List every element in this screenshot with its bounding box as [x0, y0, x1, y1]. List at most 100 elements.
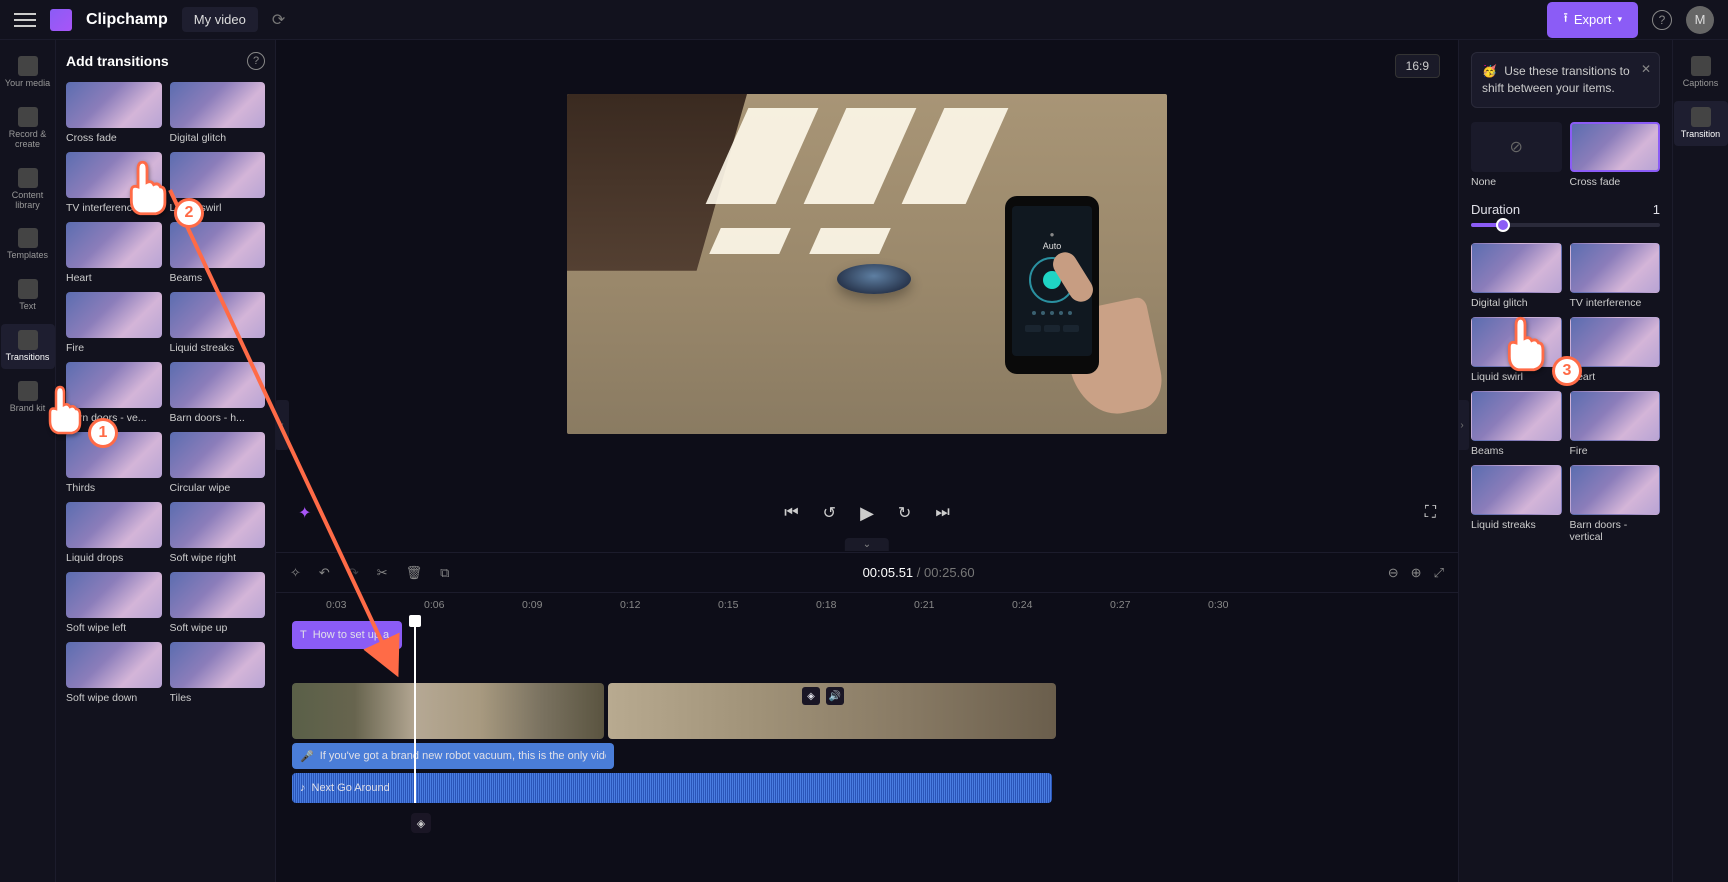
music-track[interactable]: ♪ Next Go Around — [286, 773, 1458, 803]
transition-barn-doors-horizontal[interactable]: Barn doors - h... — [170, 362, 266, 424]
sync-off-icon[interactable]: ⟳ — [272, 10, 285, 30]
transition-liquid-swirl[interactable]: Liquid swirl — [170, 152, 266, 214]
rail-text[interactable]: Text — [1, 273, 55, 318]
transition-beams[interactable]: Beams — [170, 222, 266, 284]
prop-transition-fire[interactable]: Fire — [1570, 391, 1661, 457]
rail-your-media[interactable]: Your media — [1, 50, 55, 95]
panel-title: Add transitions — [66, 53, 169, 69]
transition-marker-icon[interactable]: ◈ — [411, 813, 431, 833]
transition-soft-wipe-down[interactable]: Soft wipe down — [66, 642, 162, 704]
aspect-ratio-selector[interactable]: 16:9 — [1395, 54, 1440, 78]
video-clip-1[interactable] — [292, 683, 604, 739]
title-clip[interactable]: T How to set up a — [292, 621, 402, 649]
panel-help-icon[interactable]: ? — [247, 52, 265, 70]
clip-fx-badge[interactable]: ◈ — [802, 687, 820, 705]
help-icon[interactable]: ? — [1652, 10, 1672, 30]
play-icon[interactable]: ▶ — [860, 503, 874, 524]
transition-tiles[interactable]: Tiles — [170, 642, 266, 704]
duration-value: 1 — [1653, 202, 1660, 217]
tick: 0:06 — [424, 599, 444, 611]
transition-tv-interference[interactable]: TV interference — [66, 152, 162, 214]
skip-end-icon[interactable]: ⏭ — [935, 504, 949, 522]
transition-heart[interactable]: Heart — [66, 222, 162, 284]
prop-transition-cross-fade[interactable]: Cross fade — [1570, 122, 1661, 188]
timeline-expand-handle[interactable]: ⌄ — [845, 538, 889, 551]
tick: 0:18 — [816, 599, 836, 611]
transition-cross-fade[interactable]: Cross fade — [66, 82, 162, 144]
transition-soft-wipe-up[interactable]: Soft wipe up — [170, 572, 266, 634]
project-name[interactable]: My video — [182, 7, 258, 32]
timeline-timecode: 00:05.51 / 00:25.60 — [863, 565, 975, 580]
transition-circular-wipe[interactable]: Circular wipe — [170, 432, 266, 494]
rail-content-library[interactable]: Content library — [1, 162, 55, 217]
timeline-ruler[interactable]: 0:030:060:090:120:150:180:210:240:270:30 — [286, 593, 1458, 621]
copy-icon[interactable]: ⧉ — [440, 565, 449, 581]
close-icon[interactable]: ✕ — [1641, 61, 1651, 78]
brand-name: Clipchamp — [86, 11, 168, 29]
prop-transition-digital-glitch[interactable]: Digital glitch — [1471, 243, 1562, 309]
rrail-transition[interactable]: Transition — [1674, 101, 1728, 146]
clip-audio-badge[interactable]: 🔊 — [826, 687, 844, 705]
timeline-toolbar: ✧ ↶ ↷ ✂ 🗑 ⧉ 00:05.51 / 00:25.60 ⊖ ⊕ ⤢ — [276, 552, 1458, 592]
music-clip[interactable]: ♪ Next Go Around — [292, 773, 1052, 803]
export-button[interactable]: ⭱ Export ▾ — [1547, 2, 1638, 38]
video-track[interactable]: ◈ ◈ 🔊 — [286, 683, 1458, 739]
music-note-icon: ♪ — [300, 782, 306, 794]
subtitle-clip[interactable]: 🎤 If you've got a brand new robot vacuum… — [292, 743, 614, 769]
prop-transition-tv-interference[interactable]: TV interference — [1570, 243, 1661, 309]
playhead[interactable] — [414, 621, 416, 803]
tick: 0:12 — [620, 599, 640, 611]
subtitle-track[interactable]: 🎤 If you've got a brand new robot vacuum… — [286, 743, 1458, 769]
zoom-fit-icon[interactable]: ⤢ — [1434, 565, 1444, 581]
props-expand-handle[interactable]: › — [1458, 400, 1469, 450]
prop-transition-barn-doors-vertical[interactable]: Barn doors - vertical — [1570, 465, 1661, 543]
prop-transition-beams[interactable]: Beams — [1471, 391, 1562, 457]
preview-phone-hand: ● Auto — [999, 194, 1149, 404]
preview-robot-vacuum — [837, 264, 911, 294]
rail-record-create[interactable]: Record & create — [1, 101, 55, 156]
party-emoji-icon: 🥳 — [1482, 64, 1497, 78]
redo-icon[interactable]: ↷ — [348, 565, 359, 581]
prop-transition-liquid-streaks[interactable]: Liquid streaks — [1471, 465, 1562, 543]
hamburger-icon[interactable] — [14, 13, 36, 27]
ai-sparkle-icon[interactable]: ✦ — [298, 503, 311, 523]
content-library-icon — [18, 168, 38, 188]
prop-transition-liquid-swirl[interactable]: Liquid swirl — [1471, 317, 1562, 383]
text-track[interactable]: T How to set up a — [286, 621, 1458, 649]
rail-templates[interactable]: Templates — [1, 222, 55, 267]
duration-slider[interactable] — [1471, 223, 1660, 227]
captions-icon — [1691, 56, 1711, 76]
zoom-out-icon[interactable]: ⊖ — [1388, 565, 1399, 581]
timeline[interactable]: 0:030:060:090:120:150:180:210:240:270:30… — [276, 592, 1458, 882]
forward-5-icon[interactable]: ↻ — [898, 503, 911, 523]
transition-thirds[interactable]: Thirds — [66, 432, 162, 494]
fullscreen-icon[interactable]: ⛶ — [1425, 504, 1436, 522]
prop-transition-none[interactable]: ⊘None — [1471, 122, 1562, 188]
rewind-5-icon[interactable]: ↺ — [823, 503, 836, 523]
undo-icon[interactable]: ↶ — [319, 565, 330, 581]
templates-icon — [18, 228, 38, 248]
transition-soft-wipe-right[interactable]: Soft wipe right — [170, 502, 266, 564]
transitions-icon — [18, 330, 38, 350]
prop-transition-heart[interactable]: Heart — [1570, 317, 1661, 383]
delete-icon[interactable]: 🗑 — [406, 565, 423, 581]
transition-fire[interactable]: Fire — [66, 292, 162, 354]
transition-barn-doors-vertical[interactable]: Barn doors - ve... — [66, 362, 162, 424]
skip-start-icon[interactable]: ⏮ — [784, 504, 798, 522]
user-avatar[interactable]: M — [1686, 6, 1714, 34]
transition-digital-glitch[interactable]: Digital glitch — [170, 82, 266, 144]
split-icon[interactable]: ✂ — [377, 565, 388, 581]
rail-transitions[interactable]: Transitions — [1, 324, 55, 369]
tick: 0:21 — [914, 599, 934, 611]
transition-liquid-streaks[interactable]: Liquid streaks — [170, 292, 266, 354]
zoom-in-icon[interactable]: ⊕ — [1411, 565, 1422, 581]
transition-liquid-drops[interactable]: Liquid drops — [66, 502, 162, 564]
rail-brand-kit[interactable]: Brand kit — [1, 375, 55, 420]
brand-kit-icon — [18, 381, 38, 401]
video-preview[interactable]: ● Auto — [567, 94, 1167, 434]
magic-icon[interactable]: ✧ — [290, 565, 301, 581]
record-create-icon — [18, 107, 38, 127]
rrail-captions[interactable]: Captions — [1674, 50, 1728, 95]
text-icon: T — [300, 629, 307, 641]
transition-soft-wipe-left[interactable]: Soft wipe left — [66, 572, 162, 634]
